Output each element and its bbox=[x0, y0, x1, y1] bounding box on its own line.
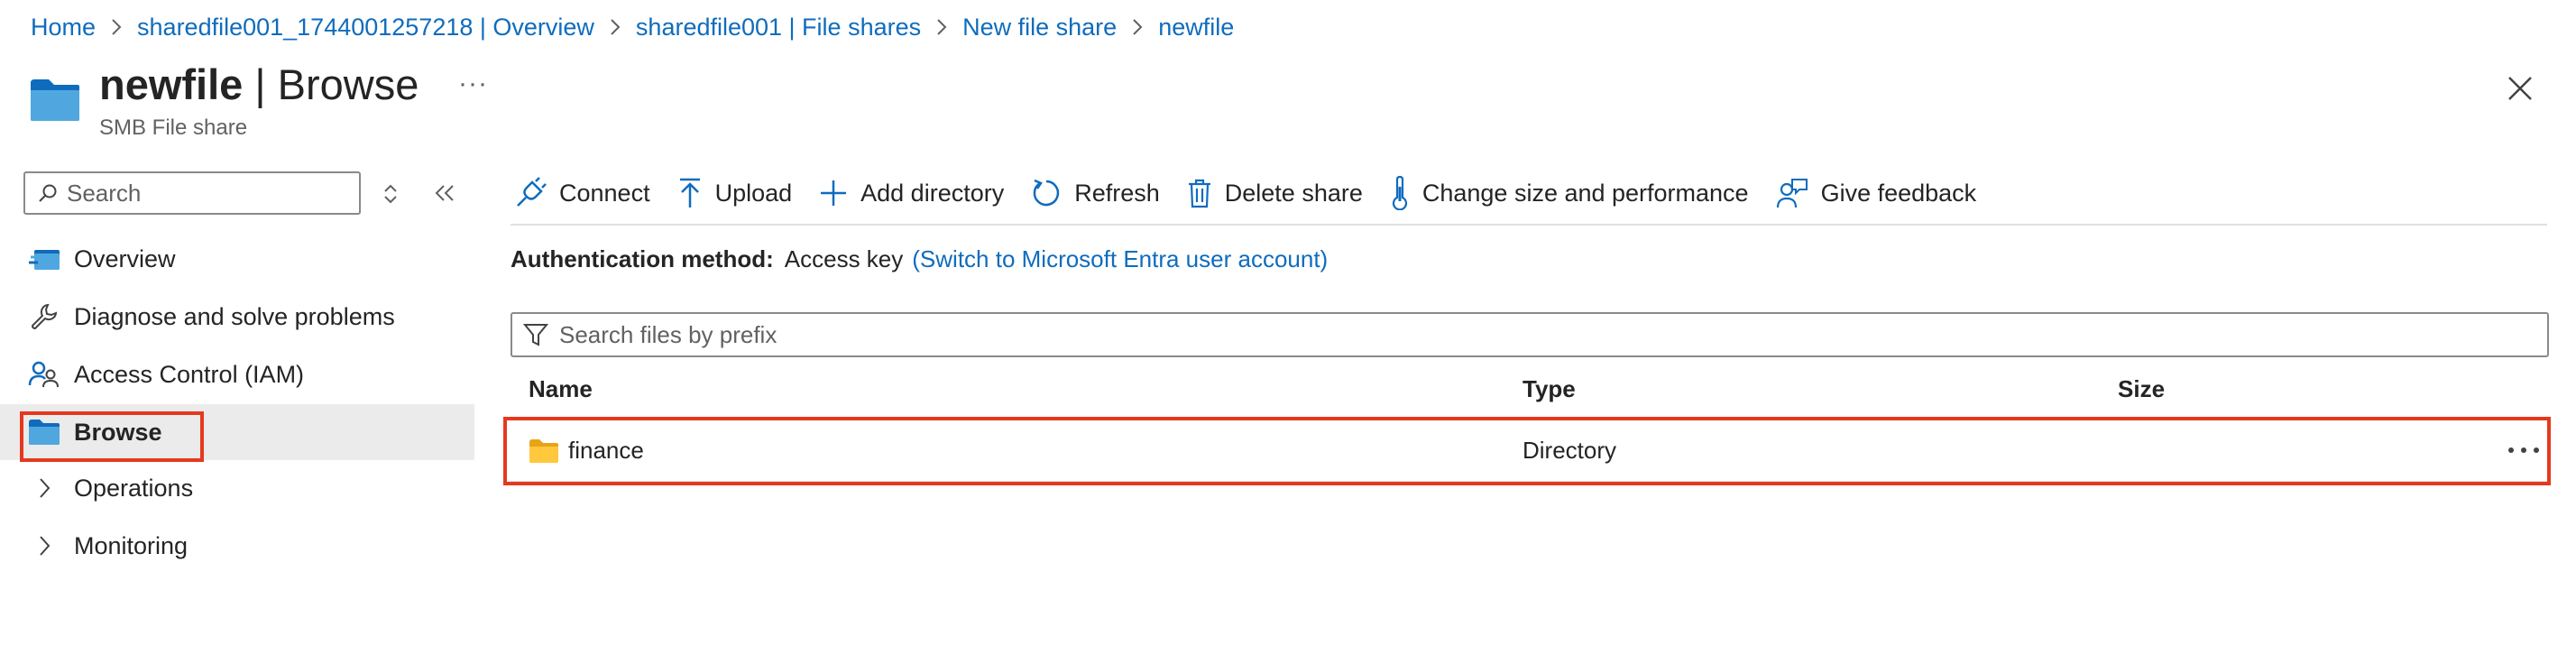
delete-share-button[interactable]: Delete share bbox=[1187, 178, 1363, 208]
breadcrumb-storage-overview[interactable]: sharedfile001_1744001257218 | Overview bbox=[137, 14, 594, 42]
nav-search-input[interactable] bbox=[67, 179, 337, 208]
refresh-icon bbox=[1033, 179, 1060, 207]
command-bar: Connect Upload Add directory Refresh Del… bbox=[514, 170, 2003, 217]
change-size-performance-button[interactable]: Change size and performance bbox=[1390, 176, 1749, 210]
collapse-double-chevron-icon[interactable] bbox=[433, 180, 456, 206]
thermometer-icon bbox=[1392, 176, 1407, 210]
give-feedback-button[interactable]: Give feedback bbox=[1776, 177, 1976, 209]
more-ellipsis-icon[interactable] bbox=[2506, 437, 2542, 464]
auth-method-value: Access key bbox=[784, 245, 904, 272]
more-options-button[interactable]: ··· bbox=[458, 69, 488, 99]
breadcrumb: Home sharedfile001_1744001257218 | Overv… bbox=[31, 9, 1234, 45]
chevron-right-icon bbox=[27, 473, 61, 503]
chevron-right-icon bbox=[27, 530, 61, 561]
wrench-icon bbox=[27, 301, 61, 332]
breadcrumb-file-shares[interactable]: sharedfile001 | File shares bbox=[636, 14, 921, 42]
sidebar-item-overview[interactable]: Overview bbox=[0, 231, 474, 287]
file-search-box bbox=[511, 312, 2549, 357]
breadcrumb-home[interactable]: Home bbox=[31, 14, 96, 42]
chevron-right-icon bbox=[110, 17, 123, 37]
chevron-right-icon bbox=[1131, 17, 1144, 37]
plug-icon bbox=[517, 177, 547, 207]
breadcrumb-newfile[interactable]: newfile bbox=[1158, 14, 1234, 42]
column-header-type[interactable]: Type bbox=[1523, 375, 1576, 403]
filter-icon bbox=[523, 324, 548, 346]
feedback-person-icon bbox=[1776, 179, 1808, 208]
page-subtitle: SMB File share bbox=[99, 115, 248, 140]
table-row[interactable]: finance Directory bbox=[511, 420, 2549, 482]
sidebar-item-access-control[interactable]: Access Control (IAM) bbox=[0, 346, 474, 402]
authentication-method: Authentication method: Access key (Switch … bbox=[511, 245, 1328, 273]
breadcrumb-new-file-share[interactable]: New file share bbox=[962, 14, 1117, 42]
switch-auth-link[interactable]: (Switch to Microsoft Entra user account) bbox=[912, 245, 1328, 272]
close-icon[interactable] bbox=[2504, 72, 2536, 105]
folder-icon bbox=[529, 438, 559, 464]
file-share-icon bbox=[29, 78, 81, 123]
overview-icon bbox=[27, 244, 61, 274]
upload-button[interactable]: Upload bbox=[677, 177, 792, 209]
chevron-right-icon bbox=[935, 17, 948, 37]
add-directory-button[interactable]: Add directory bbox=[819, 179, 1004, 208]
toolbar-divider bbox=[511, 224, 2547, 226]
people-icon bbox=[27, 359, 61, 390]
sidebar-item-diagnose[interactable]: Diagnose and solve problems bbox=[0, 289, 474, 345]
auth-method-label: Authentication method: bbox=[511, 245, 774, 272]
sidebar-item-operations[interactable]: Operations bbox=[0, 460, 474, 516]
folder-icon bbox=[27, 417, 61, 447]
sidebar-item-monitoring[interactable]: Monitoring bbox=[0, 518, 474, 574]
chevron-right-icon bbox=[609, 17, 621, 37]
page-title: newfile | Browse bbox=[99, 60, 419, 108]
file-name[interactable]: finance bbox=[568, 437, 644, 465]
sidebar-item-browse[interactable]: Browse bbox=[0, 404, 474, 460]
refresh-button[interactable]: Refresh bbox=[1031, 178, 1160, 208]
file-search-input[interactable] bbox=[559, 320, 2363, 349]
file-type: Directory bbox=[1523, 437, 1617, 464]
search-icon bbox=[39, 184, 57, 202]
column-header-name[interactable]: Name bbox=[529, 375, 593, 403]
plus-icon bbox=[821, 180, 847, 206]
upload-icon bbox=[679, 178, 700, 208]
nav-search-box bbox=[23, 171, 361, 215]
connect-button[interactable]: Connect bbox=[514, 177, 650, 209]
trash-icon bbox=[1188, 179, 1210, 208]
column-header-size[interactable]: Size bbox=[2118, 375, 2165, 403]
sort-updown-icon[interactable] bbox=[381, 180, 400, 208]
